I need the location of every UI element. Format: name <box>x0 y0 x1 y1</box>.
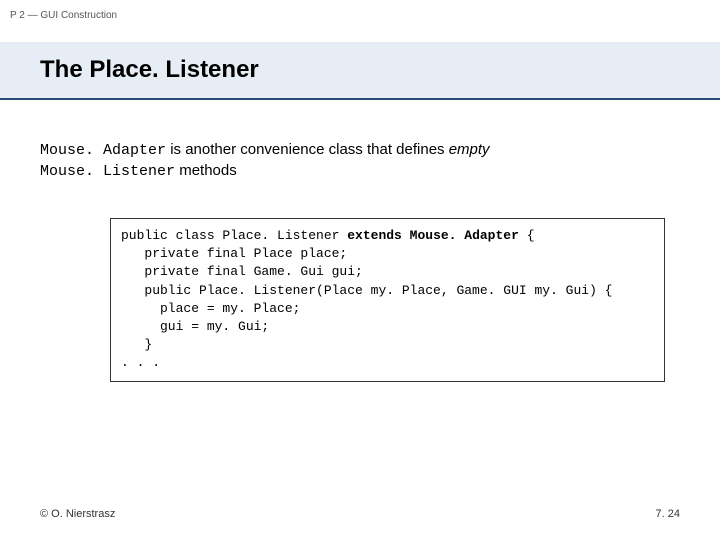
code-l5: place = my. Place; <box>121 301 300 316</box>
title-rule <box>0 98 720 100</box>
intro-mono-2: Mouse. Listener <box>40 163 175 180</box>
intro-ital-1: empty <box>449 141 490 158</box>
intro-text-1: is another convenience class that define… <box>166 141 449 158</box>
slide: P 2 — GUI Construction The Place. Listen… <box>0 0 720 540</box>
intro-text-2: methods <box>175 162 237 179</box>
code-l1b: extends Mouse. Adapter <box>347 228 519 243</box>
title-bar: The Place. Listener <box>0 42 720 98</box>
code-l3: private final Game. Gui gui; <box>121 264 363 279</box>
code-l1a: public class Place. Listener <box>121 228 347 243</box>
slide-topic: P 2 — GUI Construction <box>10 10 117 21</box>
intro-text: Mouse. Adapter is another convenience cl… <box>40 140 680 183</box>
code-l8: . . . <box>121 355 160 370</box>
code-l4: public Place. Listener(Place my. Place, … <box>121 283 612 298</box>
code-l1c: { <box>519 228 535 243</box>
code-l2: private final Place place; <box>121 246 347 261</box>
code-l7: } <box>121 337 152 352</box>
footer-page: 7. 24 <box>656 508 680 520</box>
slide-title: The Place. Listener <box>40 56 720 84</box>
code-l6: gui = my. Gui; <box>121 319 269 334</box>
code-box: public class Place. Listener extends Mou… <box>110 218 665 382</box>
intro-mono-1: Mouse. Adapter <box>40 142 166 159</box>
footer-copyright: © O. Nierstrasz <box>40 508 115 520</box>
